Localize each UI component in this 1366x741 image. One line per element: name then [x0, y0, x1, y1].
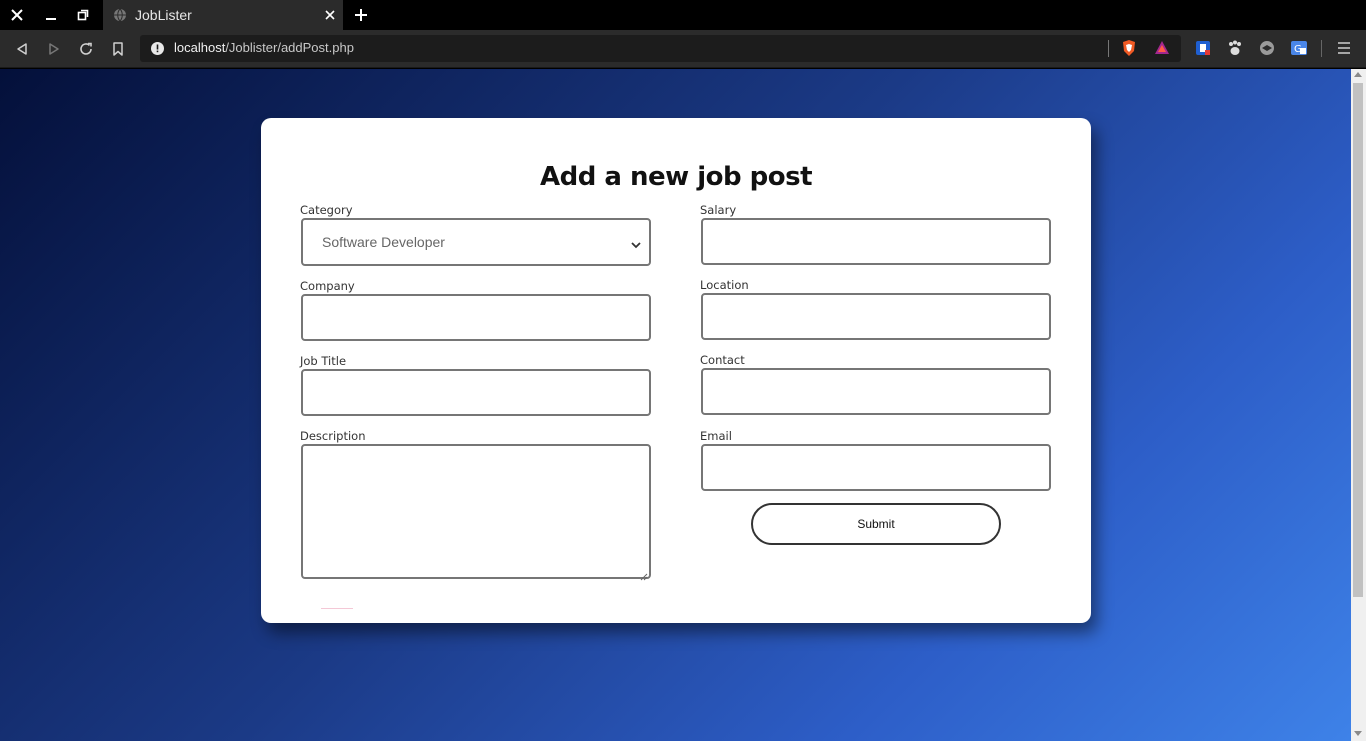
close-window-icon[interactable] — [1, 0, 33, 30]
extension-shield-icon[interactable] — [1194, 39, 1212, 57]
url-divider — [1108, 40, 1109, 57]
job-title-label: Job Title — [300, 354, 347, 368]
scrollbar-thumb[interactable] — [1353, 83, 1363, 597]
address-bar[interactable]: localhost/Joblister/addPost.php — [140, 35, 1181, 62]
job-post-form-card: Add a new job post Category Software Dev… — [261, 118, 1091, 623]
brave-rewards-icon[interactable] — [1153, 39, 1171, 57]
back-icon[interactable] — [11, 38, 33, 60]
chevron-down-icon — [631, 237, 641, 249]
site-info-icon[interactable] — [151, 42, 164, 55]
faint-underline-mark — [321, 608, 353, 609]
bookmark-icon[interactable] — [107, 38, 129, 60]
page-title: Add a new job post — [539, 162, 813, 192]
toolbar-divider — [1321, 40, 1322, 57]
menu-icon[interactable] — [1335, 39, 1353, 57]
description-textarea[interactable] — [301, 444, 651, 581]
location-label: Location — [700, 278, 749, 292]
scroll-down-arrow-icon[interactable] — [1354, 731, 1362, 736]
category-selected-value: Software Developer — [322, 234, 445, 250]
location-input[interactable] — [701, 293, 1051, 340]
reload-icon[interactable] — [75, 38, 97, 60]
page-viewport: Add a new job post Category Software Dev… — [0, 69, 1351, 741]
browser-tab[interactable]: JobLister — [103, 0, 343, 30]
description-label: Description — [300, 429, 366, 443]
company-label: Company — [300, 279, 355, 293]
company-input[interactable] — [301, 294, 651, 341]
minimize-window-icon[interactable] — [35, 0, 67, 30]
scroll-up-arrow-icon[interactable] — [1354, 72, 1362, 77]
contact-input[interactable] — [701, 368, 1051, 415]
tab-title: JobLister — [135, 7, 192, 23]
submit-button[interactable]: Submit — [751, 503, 1001, 545]
forward-icon[interactable] — [43, 38, 65, 60]
extension-paw-icon[interactable] — [1226, 39, 1244, 57]
resize-handle-icon[interactable] — [640, 568, 648, 581]
tab-bar: JobLister — [0, 0, 1366, 30]
salary-input[interactable] — [701, 218, 1051, 265]
url-host: localhost — [174, 40, 226, 55]
contact-label: Contact — [700, 353, 745, 367]
category-label: Category — [300, 203, 353, 217]
url-text: localhost/Joblister/addPost.php — [174, 40, 354, 55]
brave-shields-icon[interactable] — [1120, 39, 1138, 57]
new-tab-icon[interactable] — [350, 5, 372, 25]
translate-icon[interactable]: G — [1290, 39, 1308, 57]
tab-close-icon[interactable] — [321, 6, 339, 24]
category-select[interactable]: Software Developer — [301, 218, 651, 266]
restore-window-icon[interactable] — [67, 0, 99, 30]
url-path: /Joblister/addPost.php — [225, 40, 354, 55]
email-label: Email — [700, 429, 732, 443]
globe-icon — [113, 8, 127, 22]
salary-label: Salary — [700, 203, 737, 217]
email-input[interactable] — [701, 444, 1051, 491]
navigation-bar: localhost/Joblister/addPost.php G — [0, 30, 1366, 68]
extension-cap-icon[interactable] — [1258, 39, 1276, 57]
job-title-input[interactable] — [301, 369, 651, 416]
